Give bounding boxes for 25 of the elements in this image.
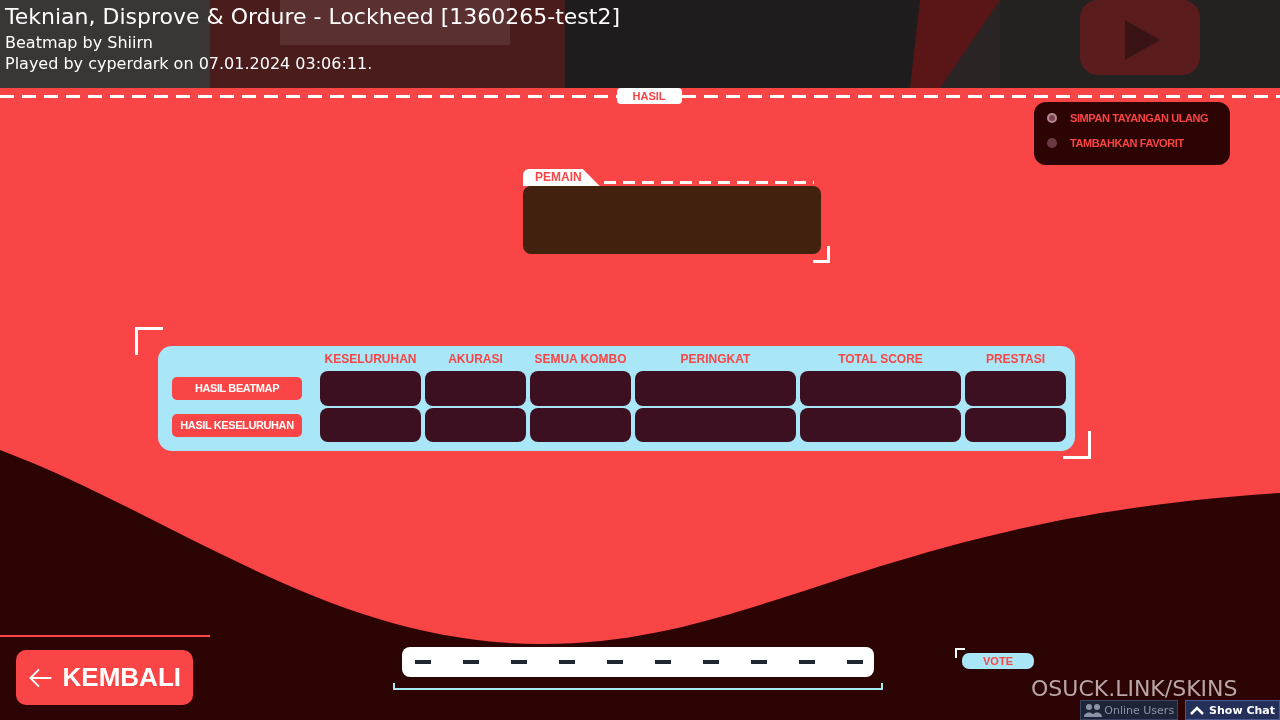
option-dot-icon: [1047, 138, 1057, 148]
column-header: TOTAL SCORE: [838, 351, 923, 368]
caret-up-icon: [1190, 705, 1205, 715]
option-item[interactable]: TAMBAHKAN FAVORIT: [1070, 134, 1184, 152]
row-label: HASIL KESELURUHAN: [172, 413, 302, 437]
mapper-credit: Beatmap by Shiirn: [5, 32, 153, 53]
column-header: AKURASI: [448, 351, 503, 368]
show-chat-button[interactable]: Show Chat: [1185, 700, 1280, 720]
corner-bracket: [1063, 431, 1091, 459]
option-item[interactable]: SIMPAN TAYANGAN ULANG: [1070, 109, 1209, 127]
corner-bracket: [813, 246, 830, 263]
column-header: KESELURUHAN: [324, 351, 417, 368]
online-users-button[interactable]: Online Users: [1080, 700, 1179, 720]
played-by-text: Played by cyperdark on 07.01.2024 03:06:11.: [5, 53, 373, 74]
back-button[interactable]: KEMBALI: [16, 650, 193, 705]
beatmap-title: Teknian, Disprove & Ordure - Lockheed [1360265-test2]: [5, 3, 620, 31]
users-icon: [1084, 703, 1103, 717]
column-header: PRESTASI: [985, 351, 1046, 368]
column-header: PERINGKAT: [680, 351, 751, 368]
column-header: SEMUA KOMBO: [534, 351, 627, 368]
section-tab[interactable]: HASIL: [616, 88, 682, 104]
row-label: HASIL BEATMAP: [172, 377, 302, 400]
option-dot-icon: [1047, 113, 1057, 123]
player-label: PEMAIN: [523, 169, 600, 186]
skin-link[interactable]: OSUCK.LINK/SKINS: [1031, 675, 1238, 703]
